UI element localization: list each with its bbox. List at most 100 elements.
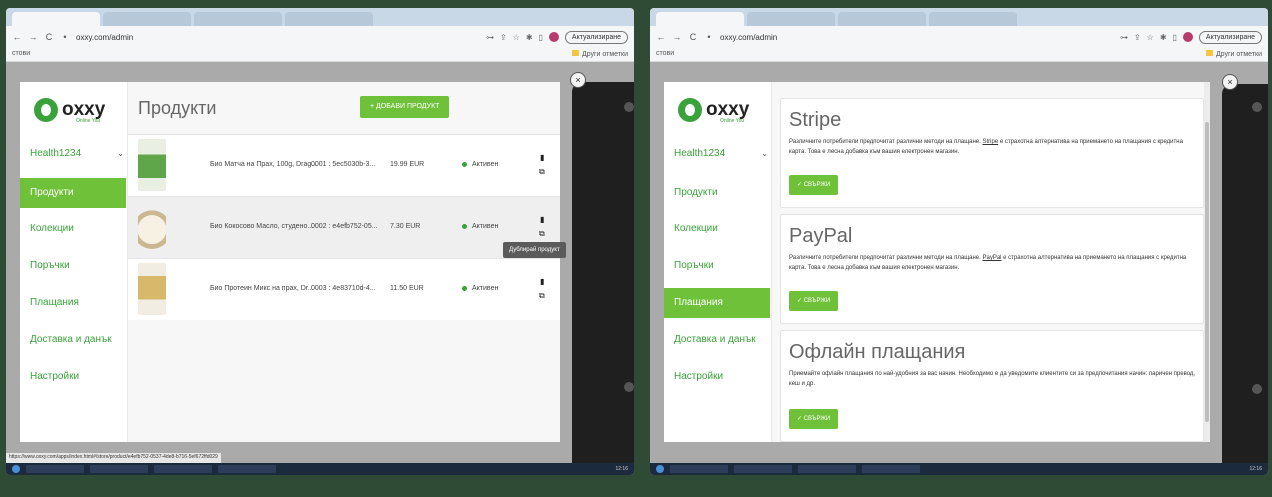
taskbar-item[interactable] <box>154 465 212 473</box>
extensions-icon[interactable]: ✱ <box>1160 33 1167 42</box>
taskbar-item[interactable] <box>670 465 728 473</box>
table-row[interactable]: Био Матча на Прах, 100g, Drag... 0001 : … <box>128 134 560 196</box>
start-icon[interactable] <box>656 465 664 473</box>
product-price: 11.50 EUR <box>390 285 424 292</box>
key-icon[interactable]: ⊶ <box>486 33 494 42</box>
logo-text: oxxy <box>706 99 750 120</box>
forward-icon[interactable]: → <box>28 32 38 42</box>
profile-avatar[interactable] <box>548 32 559 42</box>
side-panel <box>572 82 634 463</box>
add-product-button[interactable]: + ДОБАВИ ПРОДУКТ <box>360 96 450 118</box>
payment-title: PayPal <box>789 225 853 247</box>
reload-icon[interactable]: C <box>688 32 698 42</box>
sidepanel-icon[interactable]: ▯ <box>1173 33 1177 42</box>
browser-tab[interactable] <box>285 12 373 26</box>
bookmark-item[interactable]: стови <box>656 50 674 59</box>
copy-icon[interactable]: ⧉ <box>539 167 545 177</box>
key-icon[interactable]: ⊶ <box>1120 33 1128 42</box>
scrollbar-thumb[interactable] <box>1205 122 1209 422</box>
modal-overlay: × oxxy Online You Health1234 ⌄ Продукти … <box>650 62 1268 463</box>
store-selector[interactable]: Health1234 ⌄ <box>30 148 124 159</box>
panel-icon[interactable] <box>624 102 634 112</box>
browser-tab[interactable] <box>194 12 282 26</box>
sidebar: oxxy Online You Health1234 ⌄ Продукти Ко… <box>20 82 128 442</box>
sidebar-item-products[interactable]: Продукти <box>20 178 126 208</box>
table-row[interactable]: Био Протеин Микс на прах, Dr... 0003 : 4… <box>128 258 560 320</box>
browser-tab[interactable] <box>838 12 926 26</box>
product-name: Био Протеин Микс на прах, Dr... <box>210 285 314 292</box>
browser-tab[interactable] <box>656 12 744 26</box>
sidebar-item-settings[interactable]: Настройки <box>664 362 770 392</box>
taskbar-item[interactable] <box>734 465 792 473</box>
sidebar-item-products[interactable]: Продукти <box>664 178 770 208</box>
forward-icon[interactable]: → <box>672 32 682 42</box>
bookmark-item[interactable]: стови <box>12 50 30 59</box>
product-name: Био Матча на Прах, 100g, Drag... <box>210 161 318 168</box>
close-icon[interactable]: × <box>1222 74 1238 90</box>
update-button[interactable]: Актуализиране <box>564 30 628 44</box>
connect-stripe-button[interactable]: ✓ СВЪРЖИ <box>789 175 839 195</box>
connect-offline-button[interactable]: ✓ СВЪРЖИ <box>789 409 839 429</box>
scrollbar[interactable] <box>1204 82 1210 442</box>
url-field[interactable]: oxxy.com/admin <box>76 33 480 42</box>
payment-card-stripe: Stripe Различните потребители предпочита… <box>780 98 1204 208</box>
share-icon[interactable]: ⇪ <box>500 33 507 42</box>
sidebar-item-shipping[interactable]: Доставка и данък <box>20 325 126 355</box>
back-icon[interactable]: ← <box>12 32 22 42</box>
star-icon[interactable]: ☆ <box>513 33 520 42</box>
taskbar-item[interactable] <box>90 465 148 473</box>
panel-icon[interactable] <box>1252 384 1262 394</box>
sidepanel-icon[interactable]: ▯ <box>539 33 543 42</box>
trash-icon[interactable]: ▮ <box>540 153 544 162</box>
logo-text: oxxy <box>62 99 106 120</box>
panel-icon[interactable] <box>624 382 634 392</box>
browser-tab[interactable] <box>747 12 835 26</box>
extensions-icon[interactable]: ✱ <box>526 33 533 42</box>
sidebar-item-orders[interactable]: Поръчки <box>664 251 770 281</box>
other-bookmarks[interactable]: Други отметки <box>572 50 628 59</box>
trash-icon[interactable]: ▮ <box>540 215 544 224</box>
sidebar-item-payments[interactable]: Плащания <box>20 288 126 318</box>
side-panel <box>1222 84 1268 463</box>
status-dot-icon <box>462 285 467 291</box>
start-icon[interactable] <box>12 465 20 473</box>
sidebar-item-collections[interactable]: Колекции <box>20 214 126 244</box>
panel-icon[interactable] <box>1252 102 1262 112</box>
table-row[interactable]: Био Кокосово Масло, студено... 0002 : e4… <box>128 196 560 258</box>
payment-card-offline: Офлайн плащания Приемайте офлайн плащани… <box>780 330 1204 442</box>
paypal-link[interactable]: PayPal <box>982 255 1001 261</box>
sidebar-item-payments[interactable]: Плащания <box>664 288 770 318</box>
connect-paypal-button[interactable]: ✓ СВЪРЖИ <box>789 291 839 311</box>
taskbar-item[interactable] <box>26 465 84 473</box>
store-selector[interactable]: Health1234 ⌄ <box>674 148 768 159</box>
reload-icon[interactable]: C <box>44 32 54 42</box>
lock-icon: • <box>707 32 711 42</box>
copy-icon[interactable]: ⧉ <box>539 229 545 239</box>
sidebar-item-collections[interactable]: Колекции <box>664 214 770 244</box>
profile-avatar[interactable] <box>1182 32 1193 42</box>
sidebar-item-settings[interactable]: Настройки <box>20 362 126 392</box>
update-button[interactable]: Актуализиране <box>1198 30 1262 44</box>
other-bookmarks[interactable]: Други отметки <box>1206 50 1262 59</box>
browser-tab[interactable] <box>929 12 1017 26</box>
star-icon[interactable]: ☆ <box>1147 33 1154 42</box>
product-image <box>138 263 166 315</box>
close-icon[interactable]: × <box>570 72 586 88</box>
product-sku: 0002 : e4efb752-05... <box>311 223 378 230</box>
sidebar-item-shipping[interactable]: Доставка и данък <box>664 325 770 355</box>
trash-icon[interactable]: ▮ <box>540 277 544 286</box>
back-icon[interactable]: ← <box>656 32 666 42</box>
screenshot-products: ← → C • oxxy.com/admin ⊶ ⇪ ☆ ✱ ▯ Актуали… <box>6 8 634 475</box>
taskbar-item[interactable] <box>218 465 276 473</box>
status-url: https://www.oxxy.com/apps/index.html#/st… <box>6 453 221 463</box>
browser-tab[interactable] <box>103 12 191 26</box>
copy-icon[interactable]: ⧉ <box>539 291 545 301</box>
share-icon[interactable]: ⇪ <box>1134 33 1141 42</box>
browser-tab[interactable] <box>12 12 100 26</box>
url-field[interactable]: oxxy.com/admin <box>720 33 1114 42</box>
clock: 12:16 <box>615 466 628 472</box>
taskbar-item[interactable] <box>798 465 856 473</box>
taskbar-item[interactable] <box>862 465 920 473</box>
stripe-link[interactable]: Stripe <box>982 139 998 145</box>
sidebar-item-orders[interactable]: Поръчки <box>20 251 126 281</box>
